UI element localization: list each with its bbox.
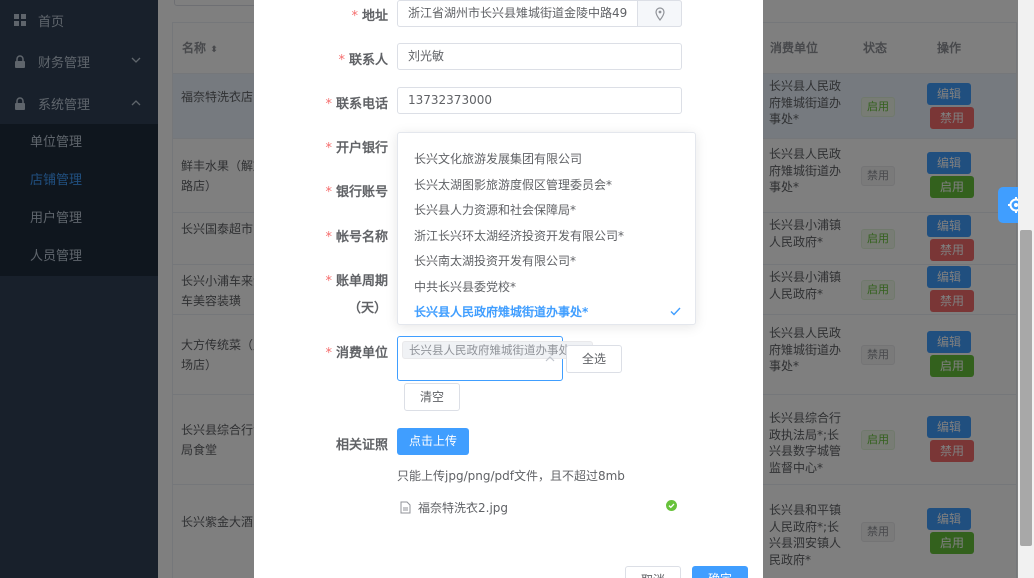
- dropdown-option[interactable]: 浙江长兴环太湖经济投资开发有限公司*: [398, 224, 695, 249]
- dropdown-option[interactable]: 长兴文化旅游发展集团有限公司: [398, 147, 695, 172]
- bank-label: * 开户银行: [325, 141, 388, 156]
- document-icon: [400, 501, 411, 514]
- dropdown-top-cut: [398, 133, 695, 136]
- dropdown-option[interactable]: 长兴太湖图影旅游度假区管理委员会*: [398, 173, 695, 198]
- cancel-button[interactable]: 取消: [625, 566, 681, 578]
- scroll-thumb[interactable]: [1020, 230, 1032, 546]
- clear-button[interactable]: 清空: [404, 383, 460, 411]
- check-icon: [670, 300, 681, 324]
- chevron-up-icon: [545, 356, 555, 362]
- success-check-icon: [666, 500, 677, 511]
- dropdown-option[interactable]: 长兴县人力资源和社会保障局*: [398, 198, 695, 223]
- location-pin-icon: [654, 6, 665, 21]
- option-label: 浙江长兴环太湖经济投资开发有限公司*: [414, 228, 625, 243]
- cert-label: 相关证照: [335, 438, 388, 453]
- select-all-button[interactable]: 全选: [566, 345, 622, 373]
- consumer-unit-dropdown: 长兴文化旅游发展集团有限公司长兴太湖图影旅游度假区管理委员会* 长兴县人力资源和社…: [397, 132, 696, 325]
- location-button[interactable]: [637, 0, 682, 27]
- confirm-button[interactable]: 确定: [692, 566, 748, 578]
- option-label: 长兴南太湖投资开发有限公司*: [414, 254, 577, 268]
- shop-edit-dialog: * 地址 浙江省湖州市长兴县雉城街道金陵中路49 * 联系人 刘光敏 * 联系电话 1…: [254, 0, 763, 578]
- file-name: 福奈特洗衣2.jpg: [418, 501, 509, 515]
- dropdown-option[interactable]: 中共长兴县委党校*: [398, 275, 695, 300]
- upload-button[interactable]: 点击上传: [397, 428, 469, 455]
- phone-input[interactable]: 13732373000: [397, 87, 682, 114]
- page-scrollbar[interactable]: [1018, 0, 1034, 578]
- consumer-unit-select[interactable]: 长兴县人民政府雉城街道办事处* ×: [397, 336, 593, 381]
- phone-label: * 联系电话: [325, 97, 388, 112]
- option-label: 长兴文化旅游发展集团有限公司: [414, 152, 583, 166]
- period-label: * 账单周期: [325, 274, 388, 289]
- address-label: * 地址: [351, 9, 388, 24]
- period-unit-label: （天）: [347, 301, 387, 316]
- consumer-unit-label: * 消费单位: [325, 346, 388, 361]
- option-label: 长兴太湖图影旅游度假区管理委员会*: [414, 177, 613, 192]
- upload-tip: 只能上传jpg/png/pdf文件，且不超过8mb: [397, 469, 625, 483]
- uploaded-file[interactable]: 福奈特洗衣2.jpg: [400, 499, 508, 516]
- account-name-label: * 帐号名称: [325, 230, 388, 245]
- contact-label: * 联系人: [338, 53, 388, 68]
- selected-unit-chip: 长兴县人民政府雉城街道办事处* ×: [402, 341, 593, 359]
- option-label: 中共长兴县委党校*: [414, 279, 517, 294]
- option-label: 长兴县人民政府雉城街道办事处*: [414, 305, 589, 319]
- contact-input[interactable]: 刘光敏: [397, 43, 682, 70]
- dropdown-option[interactable]: 长兴南太湖投资开发有限公司*: [398, 249, 695, 274]
- account-label: * 银行账号: [325, 185, 388, 200]
- option-label: 长兴县人力资源和社会保障局*: [414, 203, 577, 217]
- dropdown-option[interactable]: 长兴县人民政府雉城街道办事处*: [398, 300, 695, 324]
